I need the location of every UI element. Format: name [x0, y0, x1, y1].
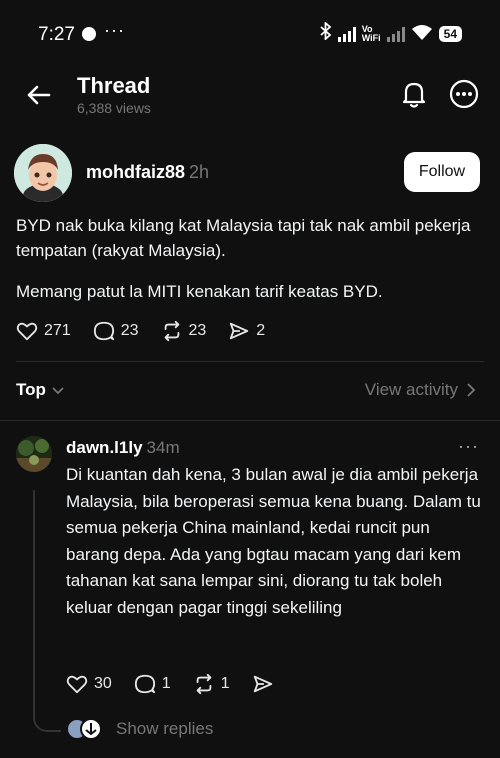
like-button[interactable]: 271: [16, 320, 71, 342]
comment-count: 23: [120, 322, 139, 339]
repost-count: 1: [220, 675, 230, 692]
divider: [16, 361, 484, 362]
reply-avatars: [66, 718, 106, 740]
reply-username[interactable]: dawn.l1ly 34m: [66, 438, 180, 458]
reply-actions: 30 1 1: [66, 673, 296, 695]
like-button[interactable]: 30: [66, 673, 112, 695]
status-time: 7:27: [38, 24, 75, 45]
share-button[interactable]: 2: [228, 320, 265, 342]
follow-button[interactable]: Follow: [404, 152, 480, 192]
share-icon: [230, 322, 249, 340]
post-username[interactable]: mohdfaiz88 2h: [86, 162, 209, 183]
signal-icon: [337, 26, 356, 42]
reply-text: Di kuantan dah kena, 3 bulan awal je dia…: [66, 465, 481, 617]
share-count: 2: [256, 322, 266, 339]
show-replies-label: Show replies: [116, 719, 214, 738]
avatar[interactable]: [14, 144, 72, 202]
post-time: 2h: [189, 162, 210, 182]
repost-icon: [196, 673, 212, 695]
notification-dot-icon: [82, 27, 96, 41]
view-count: 6,388 views: [77, 100, 151, 116]
repost-count: 23: [188, 322, 207, 339]
reply-avatar[interactable]: [16, 436, 52, 472]
heart-icon: [16, 322, 38, 341]
sort-dropdown[interactable]: Top: [16, 380, 66, 400]
down-arrow-icon: [80, 718, 102, 740]
thread-header: Thread 6,388 views: [0, 66, 500, 126]
sort-label: Top: [16, 380, 46, 399]
comment-icon: [134, 674, 155, 694]
status-bar: 7:27 ··· Vo WiFi 54: [0, 0, 500, 66]
more-menu-icon[interactable]: [448, 78, 480, 110]
chevron-right-icon: [467, 383, 476, 397]
signal-2-icon: [386, 26, 405, 42]
share-button[interactable]: [252, 673, 274, 695]
comment-button[interactable]: 23: [93, 320, 139, 342]
share-icon: [253, 675, 272, 693]
post-actions: 271 23 23 2: [16, 320, 287, 342]
thread-line: [33, 490, 35, 718]
heart-icon: [66, 675, 88, 694]
page-title: Thread: [77, 73, 151, 98]
comment-icon: [93, 321, 114, 341]
battery-icon: 54: [438, 25, 462, 42]
reply-more-icon[interactable]: ···: [458, 436, 479, 457]
repost-button[interactable]: 1: [193, 673, 230, 695]
wifi-icon: [411, 24, 433, 43]
post-paragraph: Memang patut la MITI kenakan tarif keata…: [16, 282, 383, 301]
chevron-down-icon: [52, 387, 64, 395]
reply-time: 34m: [146, 438, 180, 457]
comment-count: 1: [161, 675, 171, 692]
repost-icon: [164, 320, 179, 342]
post-paragraph: BYD nak buka kilang kat Malaysia tapi ta…: [16, 216, 471, 260]
repost-button[interactable]: 23: [161, 320, 207, 342]
show-replies-button[interactable]: Show replies: [66, 718, 213, 740]
bell-icon[interactable]: [398, 78, 430, 110]
comment-button[interactable]: 1: [134, 673, 171, 695]
view-activity-link[interactable]: View activity: [365, 380, 476, 400]
status-icons: Vo WiFi 54: [320, 20, 462, 45]
like-count: 271: [44, 322, 71, 339]
like-count: 30: [94, 675, 112, 692]
back-arrow-icon[interactable]: [24, 80, 54, 110]
divider: [0, 420, 500, 421]
view-activity-label: View activity: [364, 380, 458, 399]
status-more-icon: ···: [104, 20, 125, 40]
vowifi-icon: Vo WiFi: [361, 23, 381, 43]
bluetooth-icon: [320, 20, 332, 45]
thread-line-curve: [33, 712, 61, 732]
